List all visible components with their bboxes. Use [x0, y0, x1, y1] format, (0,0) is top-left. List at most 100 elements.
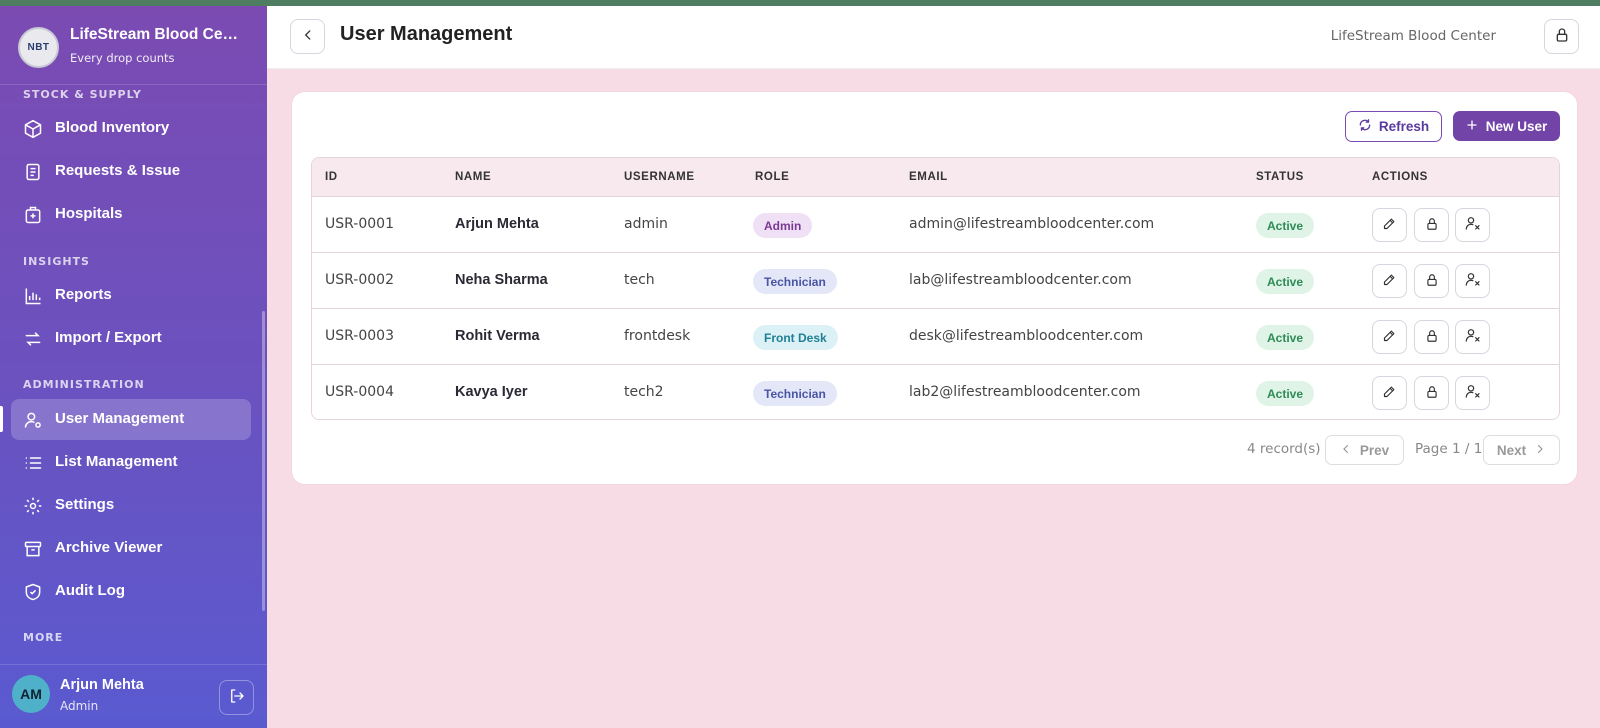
pencil-icon: [1382, 384, 1397, 403]
top-header: User Management LifeStream Blood Center: [267, 6, 1600, 69]
table-row: USR-0001 Arjun Mehta admin Admin admin@l…: [312, 197, 1559, 253]
hospital-icon: [23, 205, 43, 225]
pencil-icon: [1382, 216, 1397, 235]
sidebar-item-settings[interactable]: Settings: [11, 485, 251, 526]
cell-id: USR-0003: [325, 328, 394, 344]
swap-icon: [23, 329, 43, 349]
sidebar-item-audit-log[interactable]: Audit Log: [11, 571, 251, 612]
cell-name: Rohit Verma: [455, 328, 540, 344]
logout-button[interactable]: [219, 680, 254, 715]
user-x-icon: [1465, 383, 1481, 403]
deactivate-user-button[interactable]: [1455, 320, 1490, 354]
sidebar: NBT LifeStream Blood Center Every drop c…: [0, 6, 267, 728]
cell-name: Kavya Iyer: [455, 384, 528, 400]
pencil-icon: [1382, 272, 1397, 291]
deactivate-user-button[interactable]: [1455, 208, 1490, 242]
status-badge: Active: [1256, 325, 1315, 350]
users-table: ID NAME USERNAME ROLE EMAIL STATUS ACTIO…: [311, 157, 1560, 420]
logout-icon: [228, 687, 246, 709]
logo-text: NBT: [27, 41, 50, 53]
cell-email: admin@lifestreambloodcenter.com: [909, 216, 1155, 232]
role-badge: Front Desk: [753, 325, 838, 350]
sidebar-item-label: Hospitals: [55, 205, 123, 222]
cell-name: Arjun Mehta: [455, 216, 539, 232]
edit-button[interactable]: [1372, 376, 1407, 410]
sidebar-item-user-management[interactable]: User Management: [11, 399, 251, 440]
sidebar-item-hospitals[interactable]: Hospitals: [11, 194, 251, 235]
record-count: 4 record(s): [1247, 441, 1321, 457]
chevron-right-icon: [1534, 443, 1546, 458]
lock-icon: [1425, 328, 1439, 347]
deactivate-user-button[interactable]: [1455, 376, 1490, 410]
sidebar-item-import-export[interactable]: Import / Export: [11, 318, 251, 359]
lock-icon: [1554, 27, 1570, 47]
table-header: ID NAME USERNAME ROLE EMAIL STATUS ACTIO…: [312, 158, 1559, 197]
sidebar-item-label: Audit Log: [55, 582, 125, 599]
gear-icon: [23, 496, 43, 516]
users-card: Refresh New User ID NAME USERNAME ROLE E…: [291, 91, 1578, 485]
pencil-icon: [1382, 328, 1397, 347]
sidebar-scrollbar[interactable]: [262, 311, 265, 611]
bar-chart-icon: [23, 286, 43, 306]
user-x-icon: [1465, 327, 1481, 347]
user-gear-icon: [23, 410, 43, 430]
logo: NBT: [18, 27, 59, 68]
sidebar-item-label: Archive Viewer: [55, 539, 163, 556]
cell-username: admin: [624, 216, 668, 232]
sidebar-item-label: Settings: [55, 496, 115, 513]
cell-email: lab@lifestreambloodcenter.com: [909, 272, 1132, 288]
sidebar-item-list-management[interactable]: List Management: [11, 442, 251, 483]
sidebar-item-label: Reports: [55, 286, 112, 303]
page-title: User Management: [340, 23, 513, 45]
column-header-email[interactable]: EMAIL: [909, 171, 948, 183]
role-badge: Technician: [753, 381, 837, 406]
user-x-icon: [1465, 215, 1481, 235]
reset-password-button[interactable]: [1414, 320, 1449, 354]
plus-icon: [1466, 119, 1478, 134]
column-header-name[interactable]: NAME: [455, 171, 491, 183]
edit-button[interactable]: [1372, 320, 1407, 354]
table-row: USR-0002 Neha Sharma tech Technician lab…: [312, 253, 1559, 309]
new-user-label: New User: [1485, 118, 1548, 134]
column-header-role[interactable]: ROLE: [755, 171, 789, 183]
brand-title: LifeStream Blood Center: [70, 26, 240, 43]
edit-button[interactable]: [1372, 264, 1407, 298]
back-button[interactable]: [290, 19, 325, 54]
reset-password-button[interactable]: [1414, 264, 1449, 298]
lock-button[interactable]: [1544, 19, 1579, 54]
sidebar-item-label: User Management: [55, 410, 185, 427]
cell-name: Neha Sharma: [455, 272, 548, 288]
user-panel: AM Arjun Mehta Admin: [0, 664, 267, 728]
reset-password-button[interactable]: [1414, 208, 1449, 242]
refresh-icon: [1358, 118, 1372, 135]
cell-username: tech: [624, 272, 655, 288]
column-header-status[interactable]: STATUS: [1256, 171, 1304, 183]
sidebar-item-blood-inventory[interactable]: Blood Inventory: [11, 108, 251, 149]
sidebar-item-requests[interactable]: Requests & Issue: [11, 151, 251, 192]
cell-username: tech2: [624, 384, 664, 400]
user-role: Admin: [60, 699, 99, 713]
role-badge: Admin: [753, 213, 813, 238]
document-icon: [23, 162, 43, 182]
column-header-username[interactable]: USERNAME: [624, 171, 695, 183]
chevron-left-icon: [1340, 443, 1352, 458]
lock-icon: [1425, 272, 1439, 291]
box-icon: [23, 119, 43, 139]
new-user-button[interactable]: New User: [1453, 111, 1560, 141]
cell-id: USR-0004: [325, 384, 394, 400]
sidebar-item-archive-viewer[interactable]: Archive Viewer: [11, 528, 251, 569]
status-badge: Active: [1256, 269, 1315, 294]
refresh-button[interactable]: Refresh: [1345, 111, 1442, 142]
avatar[interactable]: AM: [12, 675, 50, 713]
next-button[interactable]: Next: [1483, 435, 1560, 465]
sidebar-item-reports[interactable]: Reports: [11, 275, 251, 316]
reset-password-button[interactable]: [1414, 376, 1449, 410]
section-label-insights: INSIGHTS: [23, 255, 90, 268]
edit-button[interactable]: [1372, 208, 1407, 242]
column-header-id[interactable]: ID: [325, 171, 338, 183]
section-label-stock: STOCK & SUPPLY: [23, 88, 142, 101]
cell-id: USR-0002: [325, 272, 394, 288]
sidebar-item-label: Requests & Issue: [55, 162, 181, 179]
deactivate-user-button[interactable]: [1455, 264, 1490, 298]
prev-button[interactable]: Prev: [1325, 435, 1404, 465]
